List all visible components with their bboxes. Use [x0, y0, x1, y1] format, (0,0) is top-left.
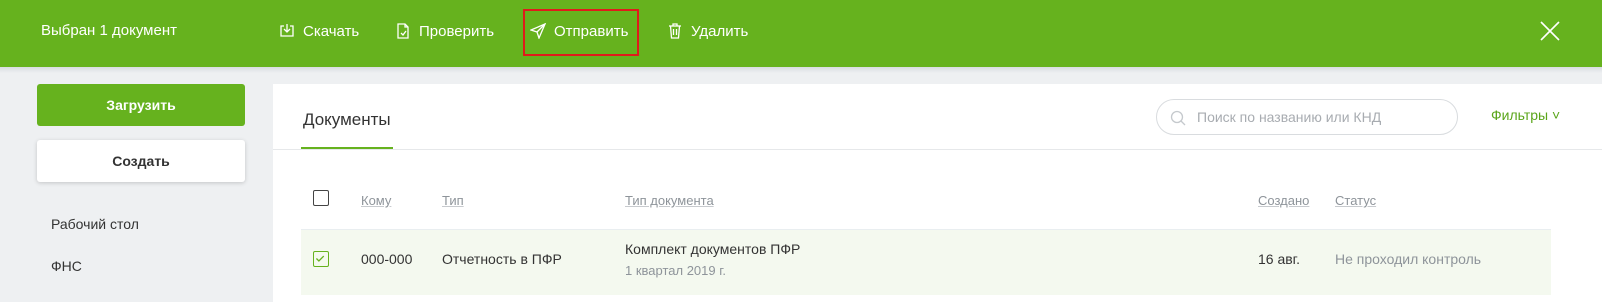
row-doc-period: 1 квартал 2019 г. — [625, 263, 726, 278]
column-header-doc-type[interactable]: Тип документа — [625, 193, 714, 208]
toolbar-shadow — [0, 67, 1602, 73]
close-icon[interactable] — [1539, 20, 1561, 42]
tab-documents[interactable]: Документы — [303, 110, 391, 130]
delete-button[interactable]: Удалить — [667, 20, 748, 42]
send-highlight-frame — [523, 9, 639, 56]
trash-icon — [669, 23, 681, 39]
upload-button[interactable]: Загрузить — [37, 84, 245, 126]
filters-dropdown[interactable]: Фильтры ˅ — [1491, 107, 1560, 123]
column-header-to[interactable]: Кому — [361, 193, 391, 208]
selection-toolbar: Выбран 1 документ Скачать Проверить Отпр… — [0, 0, 1602, 67]
download-icon — [280, 24, 294, 37]
selection-count: Выбран 1 документ — [41, 22, 177, 39]
row-doc-type[interactable]: Комплект документов ПФР — [625, 241, 800, 257]
check-doc-icon — [397, 23, 409, 39]
documents-panel: Документы Фильтры ˅ Кому Тип Тип докумен… — [273, 84, 1602, 302]
check-label: Проверить — [419, 22, 495, 40]
sidebar-item-fns[interactable]: ФНС — [51, 258, 82, 274]
tabs-divider — [273, 149, 1602, 150]
row-recipient: 000-000 — [361, 251, 413, 267]
search-box — [1156, 99, 1458, 135]
row-type: Отчетность в ПФР — [442, 251, 562, 267]
column-header-status[interactable]: Статус — [1335, 193, 1376, 208]
sidebar-item-desktop[interactable]: Рабочий стол — [51, 216, 139, 232]
delete-label: Удалить — [691, 22, 749, 40]
search-icon — [1170, 110, 1186, 126]
check-button[interactable]: Проверить — [395, 20, 494, 42]
download-button[interactable]: Скачать — [279, 20, 359, 42]
column-header-created[interactable]: Создано — [1258, 193, 1309, 208]
table-row[interactable]: 000-000 Отчетность в ПФР Комплект докуме… — [301, 229, 1551, 295]
select-all-checkbox[interactable] — [313, 190, 329, 206]
search-input[interactable] — [1197, 107, 1447, 127]
column-header-type[interactable]: Тип — [442, 193, 464, 208]
row-checkbox[interactable] — [313, 251, 329, 267]
checkmark-icon — [315, 255, 325, 262]
row-status: Не проходил контроль — [1335, 251, 1482, 267]
row-created-date: 16 авг. — [1258, 251, 1300, 267]
download-label: Скачать — [303, 22, 360, 40]
create-button[interactable]: Создать — [37, 140, 245, 182]
